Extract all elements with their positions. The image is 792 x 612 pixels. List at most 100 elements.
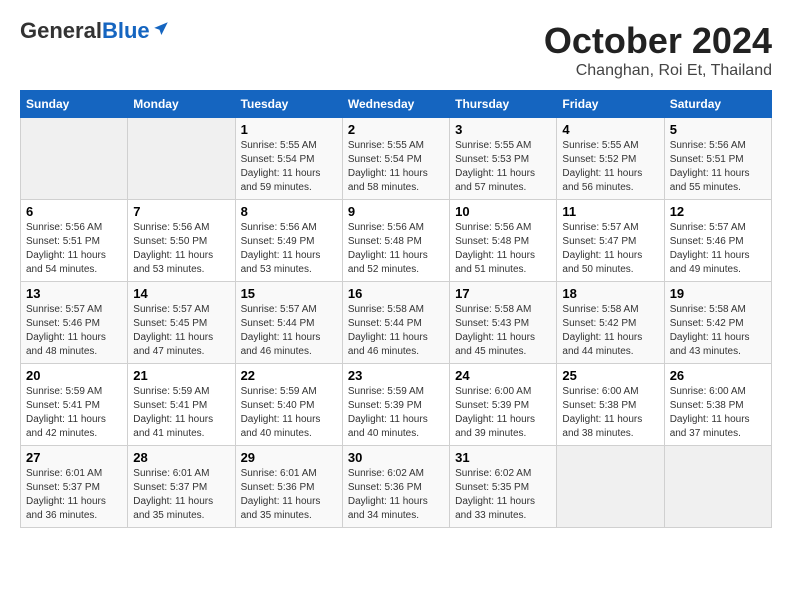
cell-info: Sunrise: 5:56 AMSunset: 5:48 PMDaylight:… xyxy=(455,221,551,277)
calendar-cell: 2 Sunrise: 5:55 AMSunset: 5:54 PMDaylight… xyxy=(342,118,449,200)
day-number: 20 xyxy=(26,368,122,383)
day-number: 2 xyxy=(348,122,444,137)
weekday-header: Tuesday xyxy=(235,91,342,118)
cell-info: Sunrise: 5:58 AMSunset: 5:42 PMDaylight:… xyxy=(670,303,766,359)
cell-info: Sunrise: 5:57 AMSunset: 5:46 PMDaylight:… xyxy=(26,303,122,359)
calendar-cell: 23Sunrise: 5:59 AMSunset: 5:39 PMDayligh… xyxy=(342,364,449,446)
calendar-cell xyxy=(128,118,235,200)
cell-info: Sunrise: 5:56 AMSunset: 5:48 PMDaylight:… xyxy=(348,221,444,277)
weekday-header: Saturday xyxy=(664,91,771,118)
calendar-cell: 24Sunrise: 6:00 AMSunset: 5:39 PMDayligh… xyxy=(450,364,557,446)
calendar-week-row: 13 Sunrise: 5:57 AMSunset: 5:46 PMDayligh… xyxy=(21,282,772,364)
calendar-cell: 13 Sunrise: 5:57 AMSunset: 5:46 PMDayligh… xyxy=(21,282,128,364)
cell-info: Sunrise: 5:56 AMSunset: 5:50 PMDaylight:… xyxy=(133,221,229,277)
calendar-cell: 12 Sunrise: 5:57 AMSunset: 5:46 PMDayligh… xyxy=(664,200,771,282)
cell-info: Sunrise: 5:55 AMSunset: 5:53 PMDaylight:… xyxy=(455,139,551,195)
cell-info: Sunrise: 5:57 AMSunset: 5:44 PMDaylight:… xyxy=(241,303,337,359)
day-number: 12 xyxy=(670,204,766,219)
calendar-cell: 19 Sunrise: 5:58 AMSunset: 5:42 PMDayligh… xyxy=(664,282,771,364)
calendar-cell xyxy=(21,118,128,200)
cell-info: Sunrise: 5:58 AMSunset: 5:44 PMDaylight:… xyxy=(348,303,444,359)
cell-info: Sunrise: 5:59 AMSunset: 5:41 PMDaylight:… xyxy=(133,385,229,441)
cell-info: Sunrise: 6:00 AMSunset: 5:38 PMDaylight:… xyxy=(670,385,766,441)
calendar-cell: 20 Sunrise: 5:59 AMSunset: 5:41 PMDayligh… xyxy=(21,364,128,446)
cell-info: Sunrise: 6:00 AMSunset: 5:38 PMDaylight:… xyxy=(562,385,658,441)
cell-info: Sunrise: 6:01 AMSunset: 5:37 PMDaylight:… xyxy=(26,467,122,523)
calendar-cell xyxy=(664,446,771,528)
calendar-cell: 29Sunrise: 6:01 AMSunset: 5:36 PMDayligh… xyxy=(235,446,342,528)
calendar-cell: 16Sunrise: 5:58 AMSunset: 5:44 PMDayligh… xyxy=(342,282,449,364)
weekday-header: Friday xyxy=(557,91,664,118)
calendar-cell: 21 Sunrise: 5:59 AMSunset: 5:41 PMDayligh… xyxy=(128,364,235,446)
day-number: 31 xyxy=(455,450,551,465)
calendar-cell: 11 Sunrise: 5:57 AMSunset: 5:47 PMDayligh… xyxy=(557,200,664,282)
calendar-cell: 7 Sunrise: 5:56 AMSunset: 5:50 PMDaylight… xyxy=(128,200,235,282)
weekday-header: Thursday xyxy=(450,91,557,118)
day-number: 26 xyxy=(670,368,766,383)
cell-info: Sunrise: 5:59 AMSunset: 5:40 PMDaylight:… xyxy=(241,385,337,441)
day-number: 25 xyxy=(562,368,658,383)
calendar-cell: 17 Sunrise: 5:58 AMSunset: 5:43 PMDayligh… xyxy=(450,282,557,364)
cell-info: Sunrise: 6:00 AMSunset: 5:39 PMDaylight:… xyxy=(455,385,551,441)
calendar-cell: 3Sunrise: 5:55 AMSunset: 5:53 PMDaylight… xyxy=(450,118,557,200)
calendar-cell: 28 Sunrise: 6:01 AMSunset: 5:37 PMDayligh… xyxy=(128,446,235,528)
day-number: 27 xyxy=(26,450,122,465)
calendar-week-row: 6Sunrise: 5:56 AMSunset: 5:51 PMDaylight… xyxy=(21,200,772,282)
cell-info: Sunrise: 6:02 AMSunset: 5:36 PMDaylight:… xyxy=(348,467,444,523)
calendar-cell: 9 Sunrise: 5:56 AMSunset: 5:48 PMDaylight… xyxy=(342,200,449,282)
calendar-cell: 30 Sunrise: 6:02 AMSunset: 5:36 PMDayligh… xyxy=(342,446,449,528)
calendar-body: 1 Sunrise: 5:55 AMSunset: 5:54 PMDaylight… xyxy=(21,118,772,528)
cell-info: Sunrise: 5:59 AMSunset: 5:39 PMDaylight:… xyxy=(348,385,444,441)
day-number: 22 xyxy=(241,368,337,383)
calendar-week-row: 20 Sunrise: 5:59 AMSunset: 5:41 PMDayligh… xyxy=(21,364,772,446)
calendar-cell: 5 Sunrise: 5:56 AMSunset: 5:51 PMDaylight… xyxy=(664,118,771,200)
day-number: 5 xyxy=(670,122,766,137)
cell-info: Sunrise: 5:56 AMSunset: 5:49 PMDaylight:… xyxy=(241,221,337,277)
cell-info: Sunrise: 5:56 AMSunset: 5:51 PMDaylight:… xyxy=(670,139,766,195)
weekday-header: Wednesday xyxy=(342,91,449,118)
day-number: 11 xyxy=(562,204,658,219)
logo: GeneralBlue xyxy=(20,20,170,42)
calendar-table: SundayMondayTuesdayWednesdayThursdayFrid… xyxy=(20,90,772,528)
day-number: 7 xyxy=(133,204,229,219)
cell-info: Sunrise: 5:58 AMSunset: 5:43 PMDaylight:… xyxy=(455,303,551,359)
day-number: 30 xyxy=(348,450,444,465)
day-number: 18 xyxy=(562,286,658,301)
calendar-cell: 15 Sunrise: 5:57 AMSunset: 5:44 PMDayligh… xyxy=(235,282,342,364)
day-number: 1 xyxy=(241,122,337,137)
logo-bird-icon xyxy=(152,20,170,38)
day-number: 4 xyxy=(562,122,658,137)
cell-info: Sunrise: 6:01 AMSunset: 5:36 PMDaylight:… xyxy=(241,467,337,523)
cell-info: Sunrise: 5:57 AMSunset: 5:47 PMDaylight:… xyxy=(562,221,658,277)
day-number: 17 xyxy=(455,286,551,301)
cell-info: Sunrise: 6:01 AMSunset: 5:37 PMDaylight:… xyxy=(133,467,229,523)
cell-info: Sunrise: 5:56 AMSunset: 5:51 PMDaylight:… xyxy=(26,221,122,277)
calendar-cell: 25 Sunrise: 6:00 AMSunset: 5:38 PMDayligh… xyxy=(557,364,664,446)
day-number: 10 xyxy=(455,204,551,219)
day-number: 28 xyxy=(133,450,229,465)
weekday-header: Monday xyxy=(128,91,235,118)
day-number: 14 xyxy=(133,286,229,301)
logo-text: GeneralBlue xyxy=(20,20,150,42)
day-number: 9 xyxy=(348,204,444,219)
cell-info: Sunrise: 5:55 AMSunset: 5:54 PMDaylight:… xyxy=(348,139,444,195)
calendar-cell: 4Sunrise: 5:55 AMSunset: 5:52 PMDaylight… xyxy=(557,118,664,200)
header-row: SundayMondayTuesdayWednesdayThursdayFrid… xyxy=(21,91,772,118)
calendar-cell: 14Sunrise: 5:57 AMSunset: 5:45 PMDayligh… xyxy=(128,282,235,364)
day-number: 21 xyxy=(133,368,229,383)
calendar-cell: 8 Sunrise: 5:56 AMSunset: 5:49 PMDaylight… xyxy=(235,200,342,282)
cell-info: Sunrise: 5:58 AMSunset: 5:42 PMDaylight:… xyxy=(562,303,658,359)
calendar-cell: 18 Sunrise: 5:58 AMSunset: 5:42 PMDayligh… xyxy=(557,282,664,364)
day-number: 8 xyxy=(241,204,337,219)
cell-info: Sunrise: 5:59 AMSunset: 5:41 PMDaylight:… xyxy=(26,385,122,441)
calendar-cell xyxy=(557,446,664,528)
day-number: 19 xyxy=(670,286,766,301)
month-title: October 2024 xyxy=(544,20,772,62)
cell-info: Sunrise: 5:57 AMSunset: 5:46 PMDaylight:… xyxy=(670,221,766,277)
calendar-cell: 22 Sunrise: 5:59 AMSunset: 5:40 PMDayligh… xyxy=(235,364,342,446)
day-number: 15 xyxy=(241,286,337,301)
calendar-cell: 31Sunrise: 6:02 AMSunset: 5:35 PMDayligh… xyxy=(450,446,557,528)
day-number: 13 xyxy=(26,286,122,301)
calendar-cell: 27 Sunrise: 6:01 AMSunset: 5:37 PMDayligh… xyxy=(21,446,128,528)
calendar-cell: 6Sunrise: 5:56 AMSunset: 5:51 PMDaylight… xyxy=(21,200,128,282)
